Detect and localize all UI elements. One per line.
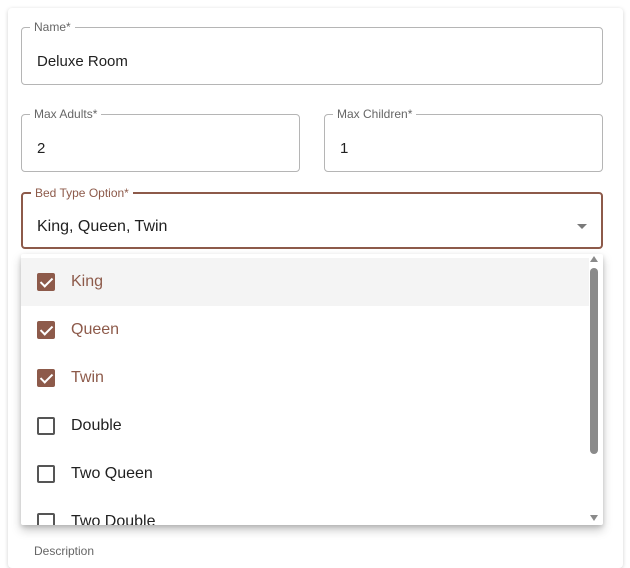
scroll-down-arrow-icon[interactable] [590,515,598,521]
max-children-field[interactable]: Max Children* 1 [324,108,603,172]
name-value: Deluxe Room [37,53,128,70]
checkbox-unchecked-icon[interactable] [37,513,55,525]
checkbox-unchecked-icon[interactable] [37,417,55,435]
max-adults-field[interactable]: Max Adults* 2 [21,108,300,172]
scrollbar-thumb[interactable] [590,268,598,454]
menu-scrollbar[interactable] [590,254,601,525]
name-field[interactable]: Name* Deluxe Room [21,21,603,85]
max-adults-value: 2 [37,140,46,157]
bed-type-menu[interactable]: King Queen Twin Double Two Queen Two Dou… [21,254,603,525]
option-label: Queen [71,321,120,338]
option-queen[interactable]: Queen [21,306,589,354]
bed-type-select[interactable]: Bed Type Option* King, Queen, Twin [21,187,603,249]
name-label: Name* [34,20,71,34]
option-double[interactable]: Double [21,402,589,450]
bed-type-value: King, Queen, Twin [37,218,168,235]
max-adults-label: Max Adults* [34,107,98,121]
option-label: King [71,273,104,290]
option-label: Two Queen [71,465,153,482]
option-two-queen[interactable]: Two Queen [21,450,589,498]
checkbox-checked-icon[interactable] [37,369,55,387]
option-king[interactable]: King [21,258,589,306]
max-children-value: 1 [340,140,349,157]
bed-type-label: Bed Type Option* [35,186,129,200]
description-label: Description [34,544,95,558]
max-children-label: Max Children* [337,107,413,121]
option-twin[interactable]: Twin [21,354,589,402]
scroll-up-arrow-icon[interactable] [590,256,598,262]
option-label: Double [71,417,122,434]
option-two-double[interactable]: Two Double [21,498,589,525]
checkbox-checked-icon[interactable] [37,321,55,339]
checkbox-unchecked-icon[interactable] [37,465,55,483]
checkbox-checked-icon[interactable] [37,273,55,291]
caret-down-icon[interactable] [577,224,587,229]
option-label: Twin [71,369,104,386]
option-label: Two Double [71,513,156,525]
